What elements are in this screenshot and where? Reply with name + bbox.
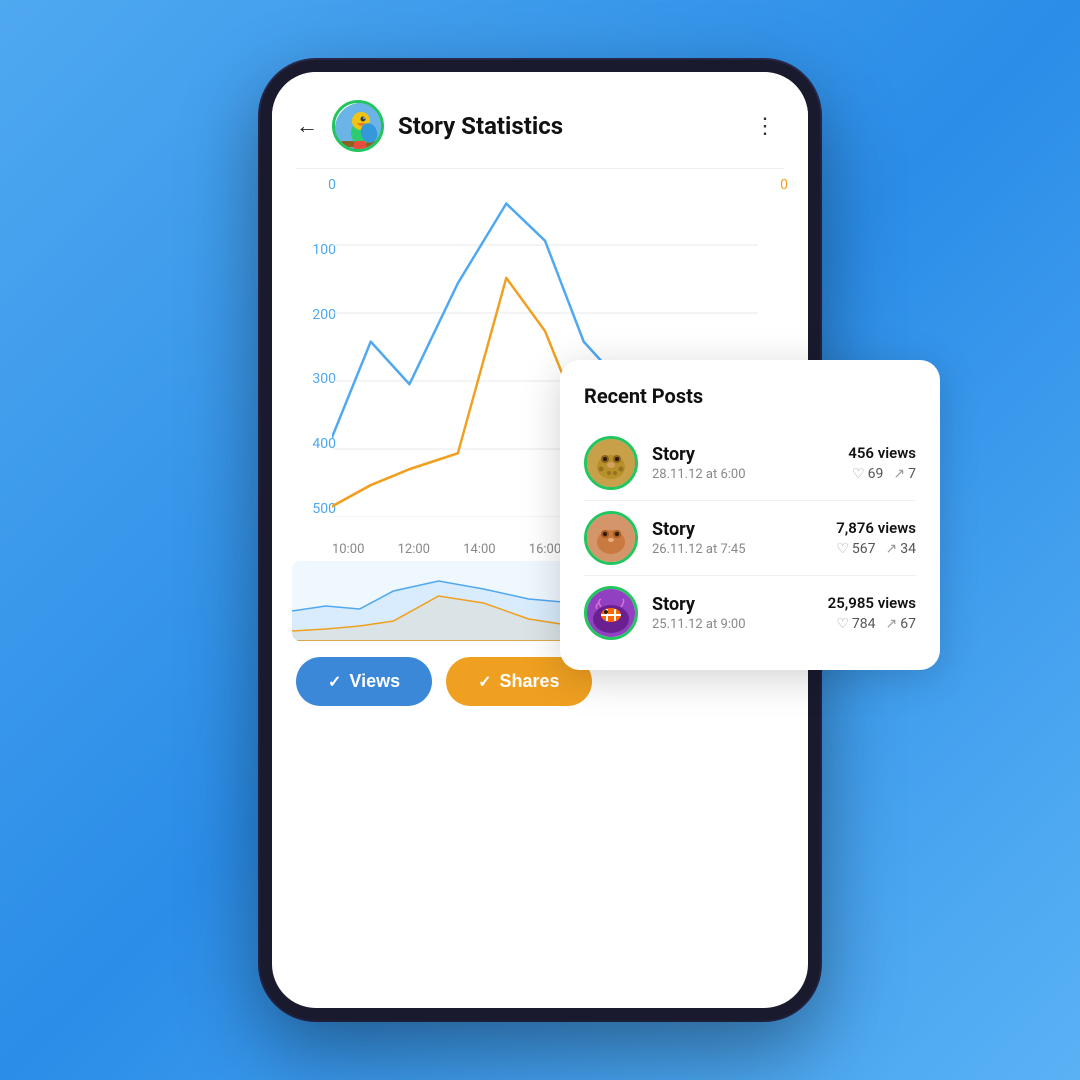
- post-views: 25,985 views: [828, 594, 916, 612]
- post-stats: 456 views ♡ 69 ↗ 7: [848, 444, 916, 482]
- list-item[interactable]: Story 28.11.12 at 6:00 456 views ♡ 69 ↗ …: [584, 426, 916, 501]
- x-label: 10:00: [332, 542, 364, 557]
- post-stats: 25,985 views ♡ 784 ↗ 67: [828, 594, 916, 632]
- share-icon: ↗: [886, 541, 898, 557]
- post-views: 7,876 views: [836, 519, 916, 537]
- y-label: 100: [292, 242, 336, 258]
- y-label-right: 0: [758, 177, 788, 193]
- y-label: 300: [292, 371, 336, 387]
- views-label: Views: [349, 671, 400, 692]
- likes-count: ♡ 69: [852, 466, 883, 482]
- post-date: 28.11.12 at 6:00: [652, 467, 834, 482]
- likes-count: ♡ 567: [836, 541, 875, 557]
- y-label: 200: [292, 307, 336, 323]
- post-name: Story: [652, 444, 834, 465]
- post-info: Story 28.11.12 at 6:00: [652, 444, 834, 482]
- heart-icon: ♡: [836, 541, 849, 557]
- post-engagement: ♡ 784 ↗ 67: [828, 616, 916, 632]
- post-views: 456 views: [848, 444, 916, 462]
- post-engagement: ♡ 567 ↗ 34: [836, 541, 916, 557]
- more-options-button[interactable]: ⋮: [746, 110, 784, 143]
- shares-count: ↗ 34: [886, 541, 916, 557]
- shares-label: Shares: [500, 671, 560, 692]
- avatar: [584, 511, 638, 565]
- phone-container: Recent Posts: [260, 60, 820, 1020]
- heart-icon: ♡: [836, 616, 849, 632]
- app-header: ←: [272, 72, 808, 168]
- y-label: 400: [292, 436, 336, 452]
- list-item[interactable]: Story 25.11.12 at 9:00 25,985 views ♡ 78…: [584, 576, 916, 650]
- post-name: Story: [652, 594, 814, 615]
- y-label: 500: [292, 501, 336, 517]
- recent-posts-title: Recent Posts: [584, 384, 916, 408]
- checkmark-icon: ✓: [478, 672, 491, 692]
- post-name: Story: [652, 519, 822, 540]
- post-date: 25.11.12 at 9:00: [652, 617, 814, 632]
- post-engagement: ♡ 69 ↗ 7: [848, 466, 916, 482]
- y-label: 0: [292, 177, 336, 193]
- avatar: [584, 586, 638, 640]
- avatar: [584, 436, 638, 490]
- likes-count: ♡ 784: [836, 616, 875, 632]
- share-icon: ↗: [886, 616, 898, 632]
- list-item[interactable]: Story 26.11.12 at 7:45 7,876 views ♡ 567…: [584, 501, 916, 576]
- checkmark-icon: ✓: [328, 672, 341, 692]
- post-info: Story 25.11.12 at 9:00: [652, 594, 814, 632]
- page-title: Story Statistics: [398, 112, 732, 140]
- shares-count: ↗ 67: [886, 616, 916, 632]
- post-date: 26.11.12 at 7:45: [652, 542, 822, 557]
- views-filter-button[interactable]: ✓ Views: [296, 657, 432, 706]
- post-info: Story 26.11.12 at 7:45: [652, 519, 822, 557]
- y-axis-left: 500 400 300 200 100 0: [292, 177, 336, 517]
- back-button[interactable]: ←: [296, 113, 318, 139]
- profile-avatar: [332, 100, 384, 152]
- x-label: 12:00: [398, 542, 430, 557]
- post-stats: 7,876 views ♡ 567 ↗ 34: [836, 519, 916, 557]
- recent-posts-card: Recent Posts: [560, 360, 940, 670]
- shares-count: ↗ 7: [893, 466, 916, 482]
- share-icon: ↗: [893, 466, 905, 482]
- heart-icon: ♡: [852, 466, 865, 482]
- x-label: 16:00: [529, 542, 561, 557]
- x-label: 14:00: [463, 542, 495, 557]
